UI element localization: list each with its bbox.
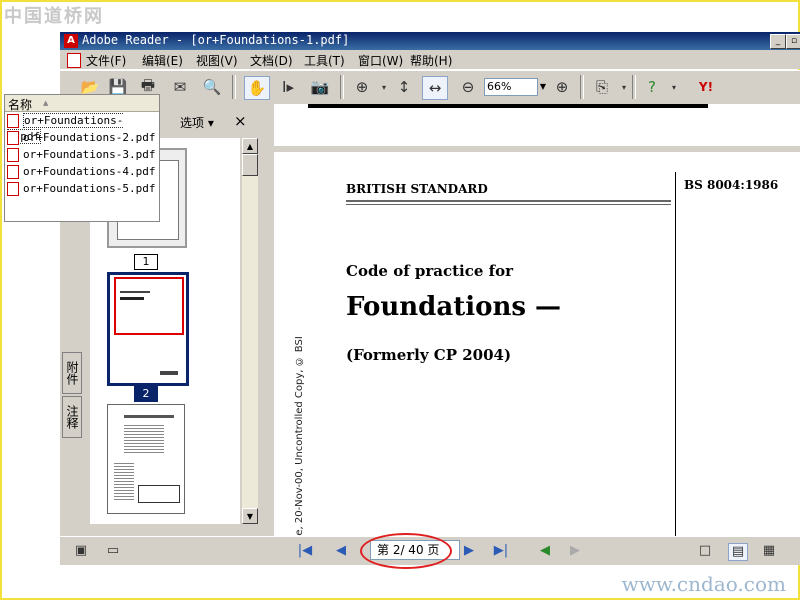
toolbar: 📂 💾 🖶 ✉ 🔍 ✋ I▸ 📷 ⊕ ▾ ↕ ↔ ⊖ 66% ▼ ⊕ ⎘ ▾ ?… [60,70,800,106]
zoom-out-icon[interactable]: ⊖ [456,76,480,98]
file-item[interactable]: or+Foundations-4.pdf [7,164,157,180]
search-icon[interactable]: 🔍 [200,76,224,98]
close-icon[interactable]: × [234,112,247,130]
pdf-file-icon [7,182,19,196]
document-view[interactable]: BRITISH STANDARD BS 8004:1986 Code of pr… [272,104,800,536]
window-title: Adobe Reader - [or+Foundations-1.pdf] [82,33,349,47]
single-page-icon[interactable]: □ [696,543,714,559]
pdf-page: BRITISH STANDARD BS 8004:1986 Code of pr… [274,152,800,536]
snapshot-icon[interactable]: 📷 [308,76,332,98]
page-rule [675,172,676,536]
restore-button[interactable]: ▫ [786,34,800,49]
file-list-header[interactable]: 名称 ▲ [5,95,159,112]
menu-edit[interactable]: 编辑(E) [142,52,183,69]
chevron-down-icon[interactable]: ▾ [662,76,686,98]
fit-width-icon[interactable]: ↔ [422,76,448,100]
minimize-button[interactable]: _ [770,34,786,49]
status-bar: ▣ ▭ |◀ ◀ 第 2/ 40 页 ▶ ▶| ◀ ▶ □ ▤ ▦ [60,536,800,565]
go-forward-icon[interactable]: ▶ [566,543,584,559]
scroll-down-arrow[interactable]: ▼ [242,508,258,524]
pdf-file-icon [7,114,19,128]
toolbar-separator [580,75,584,99]
actual-size-icon[interactable]: ↕ [392,76,416,98]
file-item[interactable]: or+Foundations-1.pdf [7,113,157,129]
title-bar: A Adobe Reader - [or+Foundations-1.pdf] … [60,32,800,50]
scroll-up-arrow[interactable]: ▲ [242,138,258,154]
document-icon [67,53,81,68]
next-page-icon[interactable]: ▶ [460,543,478,559]
menu-help[interactable]: 帮助(H) [410,52,452,69]
zoom-dropdown-arrow[interactable]: ▼ [536,78,550,96]
page-subtitle: Code of practice for [346,262,513,280]
options-menu[interactable]: 选项 ▾ [180,114,214,131]
menu-window[interactable]: 窗口(W) [358,52,403,69]
license-sidetext: ne, 20-Nov-00, Uncontrolled Copy, © BSI [294,362,310,536]
previous-page-bottom [274,104,800,146]
scrollbar-thumb[interactable] [242,154,258,176]
watermark-bottom: www.cndao.com [622,572,786,596]
adobe-reader-icon: A [64,34,78,48]
highlight-ellipse [360,533,452,569]
continuous-icon[interactable]: ▤ [728,543,748,561]
layout-icon[interactable]: ▣ [72,543,90,559]
first-page-icon[interactable]: |◀ [296,543,314,559]
column-name[interactable]: 名称 [8,96,32,113]
menu-bar: 文件(F) 编辑(E) 视图(V) 文档(D) 工具(T) 窗口(W) 帮助(H… [60,50,800,69]
page-number-label: 1 [134,254,158,270]
panel-splitter[interactable] [262,104,272,536]
page-number-label: 2 [134,386,158,402]
pdf-file-icon [7,148,19,162]
menu-tools[interactable]: 工具(T) [304,52,345,69]
help-icon[interactable]: ? [640,76,664,98]
thumbnail-scrollbar[interactable]: ▲ ▼ [242,138,258,524]
file-list-popup: 名称 ▲ or+Foundations-1.pdf or+Foundations… [4,94,160,222]
page-title: Foundations — [346,292,561,322]
watermark-top: 中国道桥网 [4,2,104,28]
toolbar-separator [632,75,636,99]
pdf-file-icon [7,131,19,145]
menu-view[interactable]: 视图(V) [196,52,238,69]
layout-single-icon[interactable]: ▭ [104,543,122,559]
page-thumbnail[interactable] [107,404,185,514]
sort-icon: ▲ [43,99,48,107]
tab-comments[interactable]: 注释 [62,396,82,438]
pdf-file-icon [7,165,19,179]
file-item[interactable]: or+Foundations-5.pdf [7,181,157,197]
zoom-input[interactable]: 66% [484,78,538,96]
file-item[interactable]: or+Foundations-2.pdf [7,130,157,146]
rotate-view-icon[interactable]: ⎘ [590,76,614,98]
toolbar-separator [340,75,344,99]
previous-page-icon[interactable]: ◀ [332,543,350,559]
yahoo-search-icon[interactable]: Y! [688,76,724,98]
tab-attachments[interactable]: 附件 [62,352,82,394]
page-header-left: BRITISH STANDARD [346,182,488,196]
menu-file[interactable]: 文件(F) [86,52,126,69]
zoom-in-tool-icon[interactable]: ⊕ [350,76,374,98]
go-back-icon[interactable]: ◀ [536,543,554,559]
zoom-in-icon[interactable]: ⊕ [550,76,574,98]
last-page-icon[interactable]: ▶| [492,543,510,559]
menu-document[interactable]: 文档(D) [250,52,293,69]
email-icon[interactable]: ✉ [168,76,192,98]
page-former-title: (Formerly CP 2004) [346,346,511,364]
page-thumbnail-selected[interactable] [107,272,189,386]
select-text-icon[interactable]: I▸ [276,76,300,98]
facing-icon[interactable]: ▦ [760,543,778,559]
page-header-right: BS 8004:1986 [684,178,778,192]
file-item[interactable]: or+Foundations-3.pdf [7,147,157,163]
toolbar-separator [232,75,236,99]
hand-tool-icon[interactable]: ✋ [244,76,270,100]
